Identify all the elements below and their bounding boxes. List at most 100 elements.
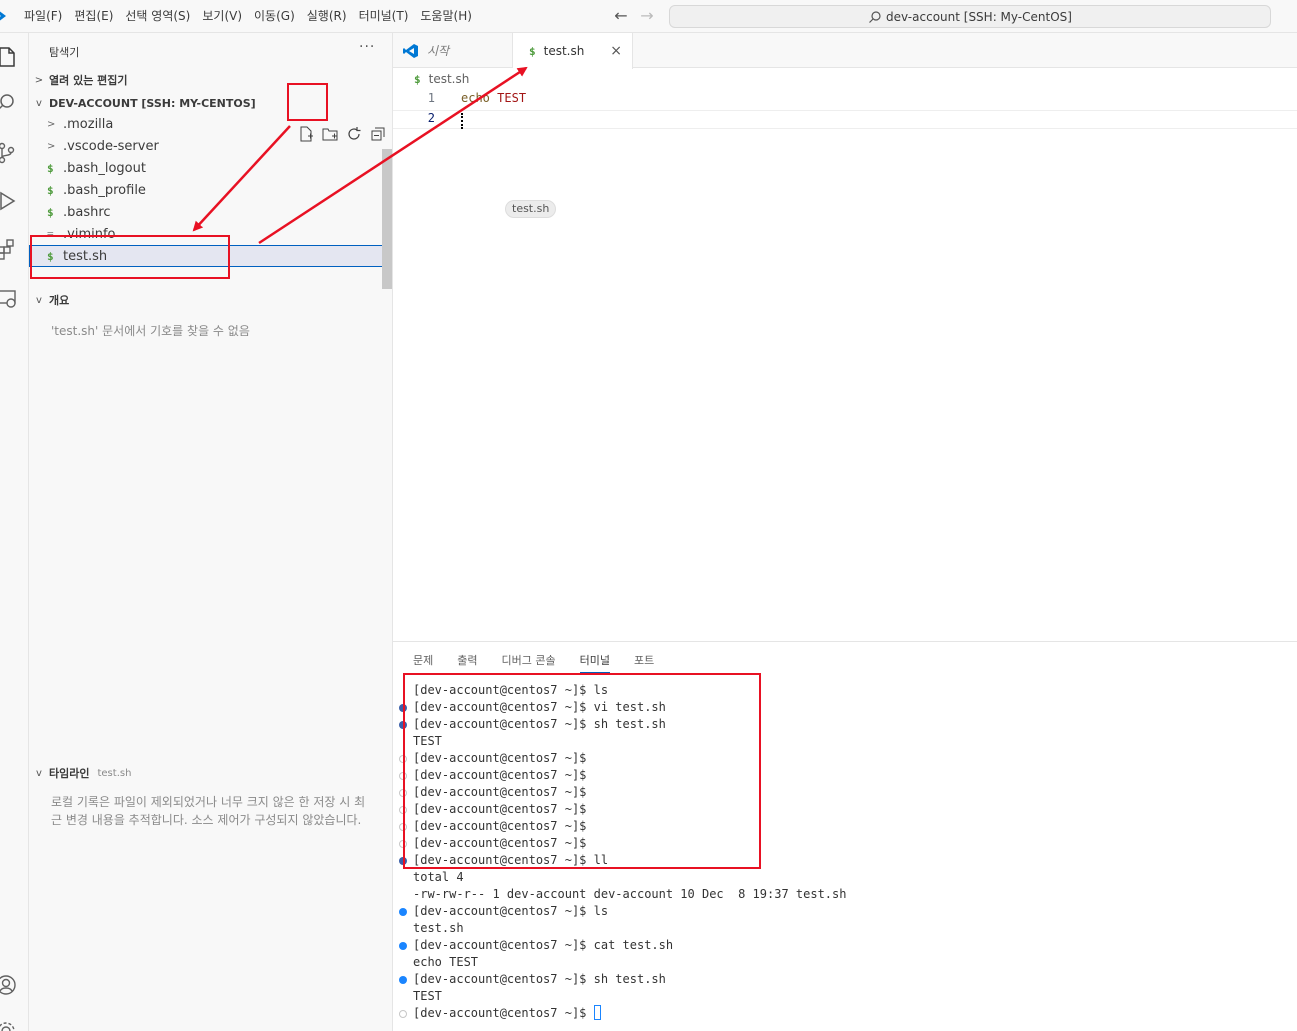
- terminal-line: total 4: [413, 869, 464, 886]
- back-arrow-icon[interactable]: ←: [612, 7, 630, 25]
- tree-item-label: .bash_profile: [63, 182, 146, 198]
- tab-ports[interactable]: 포트: [634, 652, 654, 673]
- terminal-cursor: [593, 1005, 601, 1020]
- code-line-current[interactable]: 2: [393, 110, 1297, 129]
- open-editors-section[interactable]: > 열려 있는 편집기: [29, 69, 393, 91]
- terminal-line-text: [dev-account@centos7 ~]$ cat test.sh: [413, 938, 674, 952]
- folder-section[interactable]: v DEV-ACCOUNT [SSH: MY-CENTOS]: [29, 92, 393, 114]
- tree-item-bash-logout[interactable]: $ .bash_logout: [29, 157, 384, 179]
- drag-hover-label: test.sh: [505, 200, 557, 218]
- menu-item[interactable]: 실행(R): [301, 0, 353, 33]
- tree-item-bashrc[interactable]: $ .bashrc: [29, 201, 384, 223]
- editor-tabs: 시작 $ test.sh ×: [393, 33, 1297, 69]
- shell-file-icon: $: [414, 72, 421, 86]
- shell-file-icon: $: [47, 161, 54, 175]
- tree-item-label: .bash_logout: [63, 160, 146, 176]
- open-editors-label: 열려 있는 편집기: [49, 74, 128, 87]
- chevron-down-icon: v: [36, 97, 42, 109]
- tab-welcome[interactable]: 시작: [393, 33, 513, 68]
- shell-file-icon: $: [529, 44, 536, 58]
- line-number: 2: [427, 111, 435, 125]
- timeline-empty-message: 로컬 기록은 파일이 제외되었거나 너무 크지 않은 한 저장 시 최근 변경 …: [51, 795, 366, 827]
- breadcrumb[interactable]: $ test.sh: [414, 72, 469, 86]
- command-decoration-icon[interactable]: [399, 908, 407, 916]
- breadcrumb-file: test.sh: [428, 72, 470, 86]
- command-decoration-icon[interactable]: [399, 942, 407, 950]
- menu-bar: 파일(F) 편집(E) 선택 영역(S) 보기(V) 이동(G) 실행(R) 터미널(T) 도…: [18, 0, 478, 33]
- menu-item[interactable]: 터미널(T): [353, 0, 415, 33]
- forward-arrow-icon[interactable]: →: [638, 7, 656, 25]
- tab-test-sh[interactable]: $ test.sh ×: [513, 33, 633, 69]
- code-text: echo TEST: [461, 91, 526, 105]
- shell-file-icon: $: [47, 183, 54, 197]
- terminal-line: TEST: [413, 988, 442, 1005]
- chevron-right-icon: >: [47, 140, 56, 152]
- line-number: 1: [427, 91, 435, 105]
- annotation-box-terminal: [403, 673, 761, 869]
- shell-file-icon: $: [47, 205, 54, 219]
- terminal-line: [dev-account@centos7 ~]$ cat test.sh: [413, 937, 673, 954]
- terminal-line: echo TEST: [413, 954, 478, 971]
- chevron-right-icon: >: [47, 118, 56, 130]
- folder-label: DEV-ACCOUNT [SSH: MY-CENTOS]: [49, 96, 256, 110]
- explorer-sidebar: 탐색기 ··· > 열려 있는 편집기 v DEV-ACCOUNT [SSH: …: [29, 33, 393, 1031]
- settings-gear-icon[interactable]: [0, 1019, 18, 1031]
- timeline-label: 타임라인: [49, 767, 90, 780]
- account-icon[interactable]: [0, 973, 18, 997]
- explorer-icon[interactable]: [0, 45, 18, 69]
- terminal-line: [dev-account@centos7 ~]$ sh test.sh: [413, 971, 666, 988]
- terminal-line-text: test.sh: [413, 921, 464, 935]
- menu-item[interactable]: 이동(G): [248, 0, 301, 33]
- menu-item[interactable]: 편집(E): [68, 0, 119, 33]
- menu-item[interactable]: 도움말(H): [414, 0, 478, 33]
- tree-item-mozilla[interactable]: > .mozilla: [29, 113, 384, 135]
- terminal-line: test.sh: [413, 920, 464, 937]
- menu-item[interactable]: 파일(F): [18, 0, 68, 33]
- remote-explorer-icon[interactable]: [0, 287, 18, 311]
- tab-output[interactable]: 출력: [457, 652, 477, 673]
- annotation-box-new-file: [287, 83, 328, 121]
- chevron-down-icon: v: [36, 767, 42, 779]
- menu-item[interactable]: 보기(V): [196, 0, 248, 33]
- tab-label: test.sh: [543, 44, 585, 58]
- close-icon[interactable]: ×: [610, 43, 622, 59]
- command-decoration-icon[interactable]: [399, 976, 407, 984]
- more-actions-icon[interactable]: ···: [359, 39, 375, 55]
- terminal-line: [dev-account@centos7 ~]$: [413, 1005, 601, 1022]
- tab-problems[interactable]: 문제: [413, 652, 433, 673]
- terminal-line-text: [dev-account@centos7 ~]$ ls: [413, 904, 609, 918]
- tree-item-label: .bashrc: [63, 204, 111, 220]
- tree-item-label: .mozilla: [63, 116, 114, 132]
- terminal-line-text: total 4: [413, 870, 464, 884]
- timeline-section[interactable]: v 타임라인 test.sh: [29, 762, 393, 784]
- terminal-line-text: -rw-rw-r-- 1 dev-account dev-account 10 …: [413, 887, 847, 901]
- command-center-label: dev-account [SSH: My-CentOS]: [886, 9, 1072, 24]
- code-command: echo: [461, 91, 490, 105]
- command-decoration-icon[interactable]: [399, 1010, 407, 1018]
- text-cursor: [461, 113, 463, 129]
- annotation-box-test-sh: [30, 235, 230, 279]
- tree-item-vscode-server[interactable]: > .vscode-server: [29, 135, 384, 157]
- tab-terminal[interactable]: 터미널: [579, 652, 610, 673]
- terminal-line-text: [dev-account@centos7 ~]$: [413, 1006, 594, 1020]
- outline-empty-message: 'test.sh' 문서에서 기호를 찾을 수 없음: [51, 324, 250, 338]
- run-debug-icon[interactable]: [0, 189, 18, 213]
- code-line[interactable]: 1 echo TEST: [393, 91, 1297, 110]
- timeline-file-label: test.sh: [97, 767, 132, 779]
- menu-item[interactable]: 선택 영역(S): [119, 0, 196, 33]
- sidebar-title: 탐색기: [49, 46, 80, 59]
- search-icon: [869, 10, 881, 23]
- tab-debug-console[interactable]: 디버그 콘솔: [502, 652, 556, 673]
- extensions-icon[interactable]: [0, 237, 18, 261]
- search-icon[interactable]: [0, 91, 18, 115]
- terminal-line-text: [dev-account@centos7 ~]$ sh test.sh: [413, 972, 666, 986]
- outline-section[interactable]: v 개요: [29, 289, 393, 311]
- source-control-icon[interactable]: [0, 141, 18, 165]
- tree-item-bash-profile[interactable]: $ .bash_profile: [29, 179, 384, 201]
- vscode-logo-icon: [0, 11, 6, 21]
- command-center[interactable]: dev-account [SSH: My-CentOS]: [669, 5, 1271, 28]
- chevron-down-icon: v: [36, 294, 42, 306]
- code-argument: TEST: [497, 91, 527, 105]
- explorer-scrollbar[interactable]: [382, 149, 392, 289]
- title-bar: 파일(F) 편집(E) 선택 영역(S) 보기(V) 이동(G) 실행(R) 터미널(T) 도…: [0, 0, 1297, 33]
